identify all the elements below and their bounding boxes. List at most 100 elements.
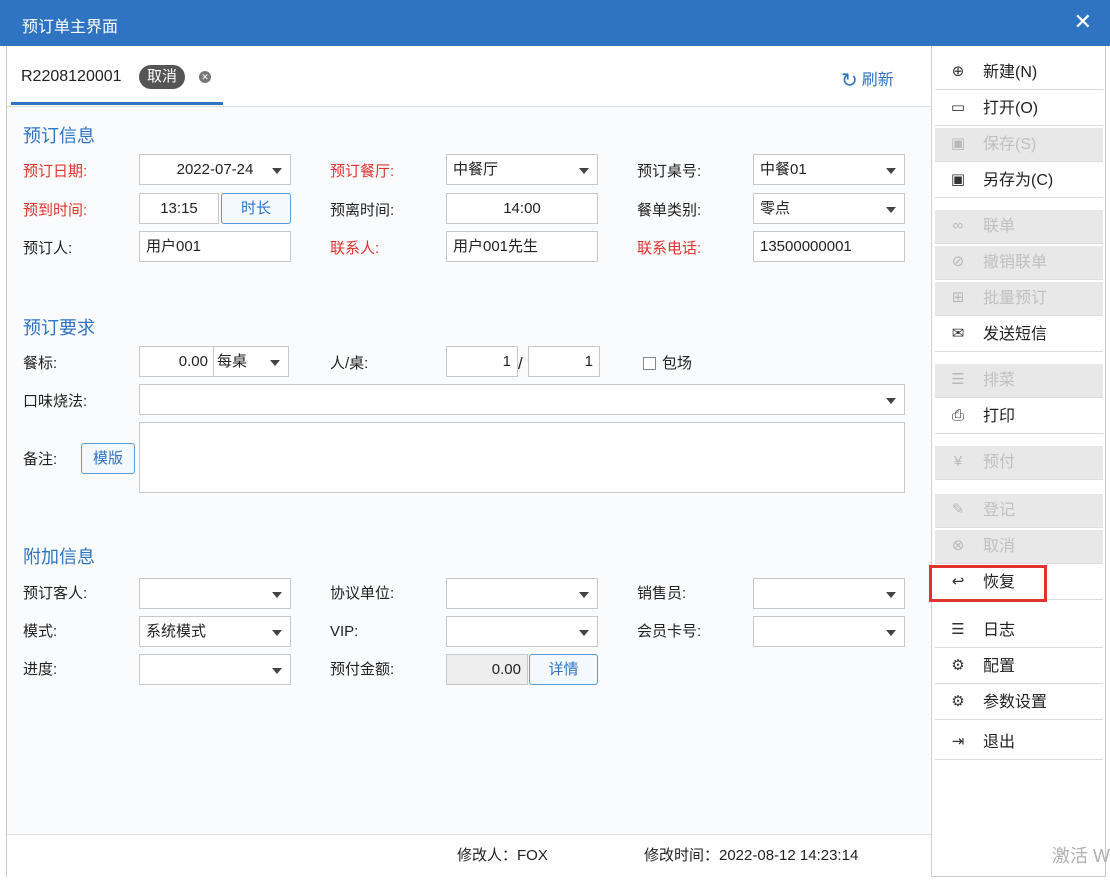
contact-field[interactable]: 用户001先生 xyxy=(446,231,598,262)
hall-select[interactable]: 中餐厅 xyxy=(446,154,598,185)
link-icon: ∞ xyxy=(952,217,964,234)
menu-label: 退出 xyxy=(983,734,1016,751)
card-select[interactable] xyxy=(753,616,905,647)
activation-watermark: 激活 W xyxy=(1052,846,1110,866)
tab-close-icon[interactable]: ✕ xyxy=(199,71,211,83)
date-label: 预订日期: xyxy=(23,163,88,180)
std-unit-select[interactable]: 每桌 xyxy=(213,346,289,377)
section-booking-info: 预订信息 xyxy=(23,126,95,146)
leave-label: 预离时间: xyxy=(330,202,395,219)
batch-icon: ⊞ xyxy=(951,289,965,306)
std-unit-value: 每桌 xyxy=(217,353,248,370)
menu-unlink-orders-button[interactable]: ⊘ 撤销联单 xyxy=(935,246,1103,280)
menu-label: 批量预订 xyxy=(983,290,1048,307)
note-textarea[interactable] xyxy=(139,422,905,493)
cancel-circle-icon: ⊗ xyxy=(951,537,965,554)
menu-param-settings-button[interactable]: ⚙ 参数设置 xyxy=(935,686,1103,720)
menu-label: 排菜 xyxy=(983,372,1016,389)
status-badge: 取消 xyxy=(139,65,186,89)
chevron-down-icon xyxy=(886,168,896,174)
people-field[interactable]: 1 xyxy=(446,346,518,377)
vip-select[interactable] xyxy=(446,616,598,647)
close-icon[interactable]: ✕ xyxy=(1074,9,1092,35)
people-per-table-label: 人/桌: xyxy=(330,355,369,372)
progress-label: 进度: xyxy=(23,661,58,678)
chevron-down-icon xyxy=(886,207,896,213)
menu-label: 保存(S) xyxy=(983,136,1037,153)
mode-select[interactable]: 系统模式 xyxy=(139,616,291,647)
menu-prepay-button[interactable]: ¥ 预付 xyxy=(935,446,1103,480)
menu-batch-booking-button[interactable]: ⊞ 批量预订 xyxy=(935,282,1103,316)
sales-select[interactable] xyxy=(753,578,905,609)
chevron-down-icon xyxy=(272,668,282,674)
menu-config-button[interactable]: ⚙ 配置 xyxy=(935,650,1103,684)
menu-arrange-dishes-button[interactable]: ☰ 排菜 xyxy=(935,364,1103,398)
menu-label: 新建(N) xyxy=(983,64,1038,81)
mode-label: 模式: xyxy=(23,623,58,640)
menu-exit-button[interactable]: ⇥ 退出 xyxy=(935,726,1103,760)
table-value: 中餐01 xyxy=(760,161,807,178)
menu-save-as-button[interactable]: ▣ 另存为(C) xyxy=(935,164,1103,198)
tables-field[interactable]: 1 xyxy=(528,346,600,377)
menu-label: 另存为(C) xyxy=(983,172,1054,189)
menu-print-button[interactable]: ⎙ 打印 xyxy=(935,400,1103,434)
menu-log-button[interactable]: ☰ 日志 xyxy=(935,614,1103,648)
mode-value: 系统模式 xyxy=(146,623,207,640)
taste-select[interactable] xyxy=(139,384,905,415)
table-select[interactable]: 中餐01 xyxy=(753,154,905,185)
private-checkbox[interactable] xyxy=(643,357,656,370)
guest-label: 预订客人: xyxy=(23,585,88,602)
active-tab-indicator xyxy=(11,102,223,105)
phone-field[interactable]: 13500000001 xyxy=(753,231,905,262)
slash-separator: / xyxy=(518,354,523,373)
menu-type-value: 零点 xyxy=(760,200,791,217)
unlink-icon: ⊘ xyxy=(951,253,965,270)
menu-new-button[interactable]: ⊕ 新建(N) xyxy=(935,56,1103,90)
menu-send-sms-button[interactable]: ✉ 发送短信 xyxy=(935,318,1103,352)
section-booking-requirements: 预订要求 xyxy=(23,318,95,338)
menu-register-button[interactable]: ✎ 登记 xyxy=(935,494,1103,528)
modified-time-text: 修改时间：2022-08-12 14:23:14 xyxy=(644,847,859,864)
mail-icon: ✉ xyxy=(951,325,965,342)
hall-value: 中餐厅 xyxy=(453,161,499,178)
edit-icon: ✎ xyxy=(951,501,965,518)
note-label: 备注: xyxy=(23,451,58,468)
chevron-down-icon xyxy=(579,592,589,598)
prepay-label: 预付金额: xyxy=(330,661,395,678)
progress-select[interactable] xyxy=(139,654,291,685)
menu-open-button[interactable]: ▭ 打开(O) xyxy=(935,92,1103,126)
highlight-box xyxy=(929,565,1047,602)
menu-save-button[interactable]: ▣ 保存(S) xyxy=(935,128,1103,162)
std-field[interactable]: 0.00 xyxy=(139,346,215,377)
arrive-field[interactable]: 13:15 xyxy=(139,193,219,224)
phone-label: 联系电话: xyxy=(637,240,702,257)
leave-field[interactable]: 14:00 xyxy=(446,193,598,224)
chevron-down-icon xyxy=(272,168,282,174)
menu-label: 打印 xyxy=(983,408,1016,425)
gear-icon: ⚙ xyxy=(951,693,965,710)
template-button[interactable]: 模版 xyxy=(81,443,135,474)
list-icon: ☰ xyxy=(951,371,965,388)
date-field[interactable]: 2022-07-24 xyxy=(139,154,291,185)
exit-icon: ⇥ xyxy=(951,733,965,750)
order-number[interactable]: R2208120001 xyxy=(21,68,122,86)
menu-label: 配置 xyxy=(983,658,1016,675)
action-sidebar: ⊕ 新建(N) ▭ 打开(O) ▣ 保存(S) ▣ 另存为(C) ∞ 联单 ⊘ 撤销联单 ⊞ 批量预订 ✉ 发… xyxy=(933,46,1105,876)
chevron-down-icon xyxy=(272,592,282,598)
chevron-down-icon xyxy=(272,630,282,636)
menu-label: 发送短信 xyxy=(983,326,1048,343)
guest-select[interactable] xyxy=(139,578,291,609)
sales-label: 销售员: xyxy=(637,585,687,602)
prepay-detail-button[interactable]: 详情 xyxy=(529,654,598,685)
menu-type-select[interactable]: 零点 xyxy=(753,193,905,224)
taste-label: 口味烧法: xyxy=(23,393,88,410)
section-extra-info: 附加信息 xyxy=(23,547,95,567)
refresh-button[interactable]: ↻ 刷新 xyxy=(841,66,894,92)
menu-link-orders-button[interactable]: ∞ 联单 xyxy=(935,210,1103,244)
arrive-label: 预到时间: xyxy=(23,202,88,219)
menu-cancel-button[interactable]: ⊗ 取消 xyxy=(935,530,1103,564)
booker-field[interactable]: 用户001 xyxy=(139,231,291,262)
agreement-select[interactable] xyxy=(446,578,598,609)
duration-button[interactable]: 时长 xyxy=(221,193,291,224)
menu-label: 联单 xyxy=(983,218,1016,235)
